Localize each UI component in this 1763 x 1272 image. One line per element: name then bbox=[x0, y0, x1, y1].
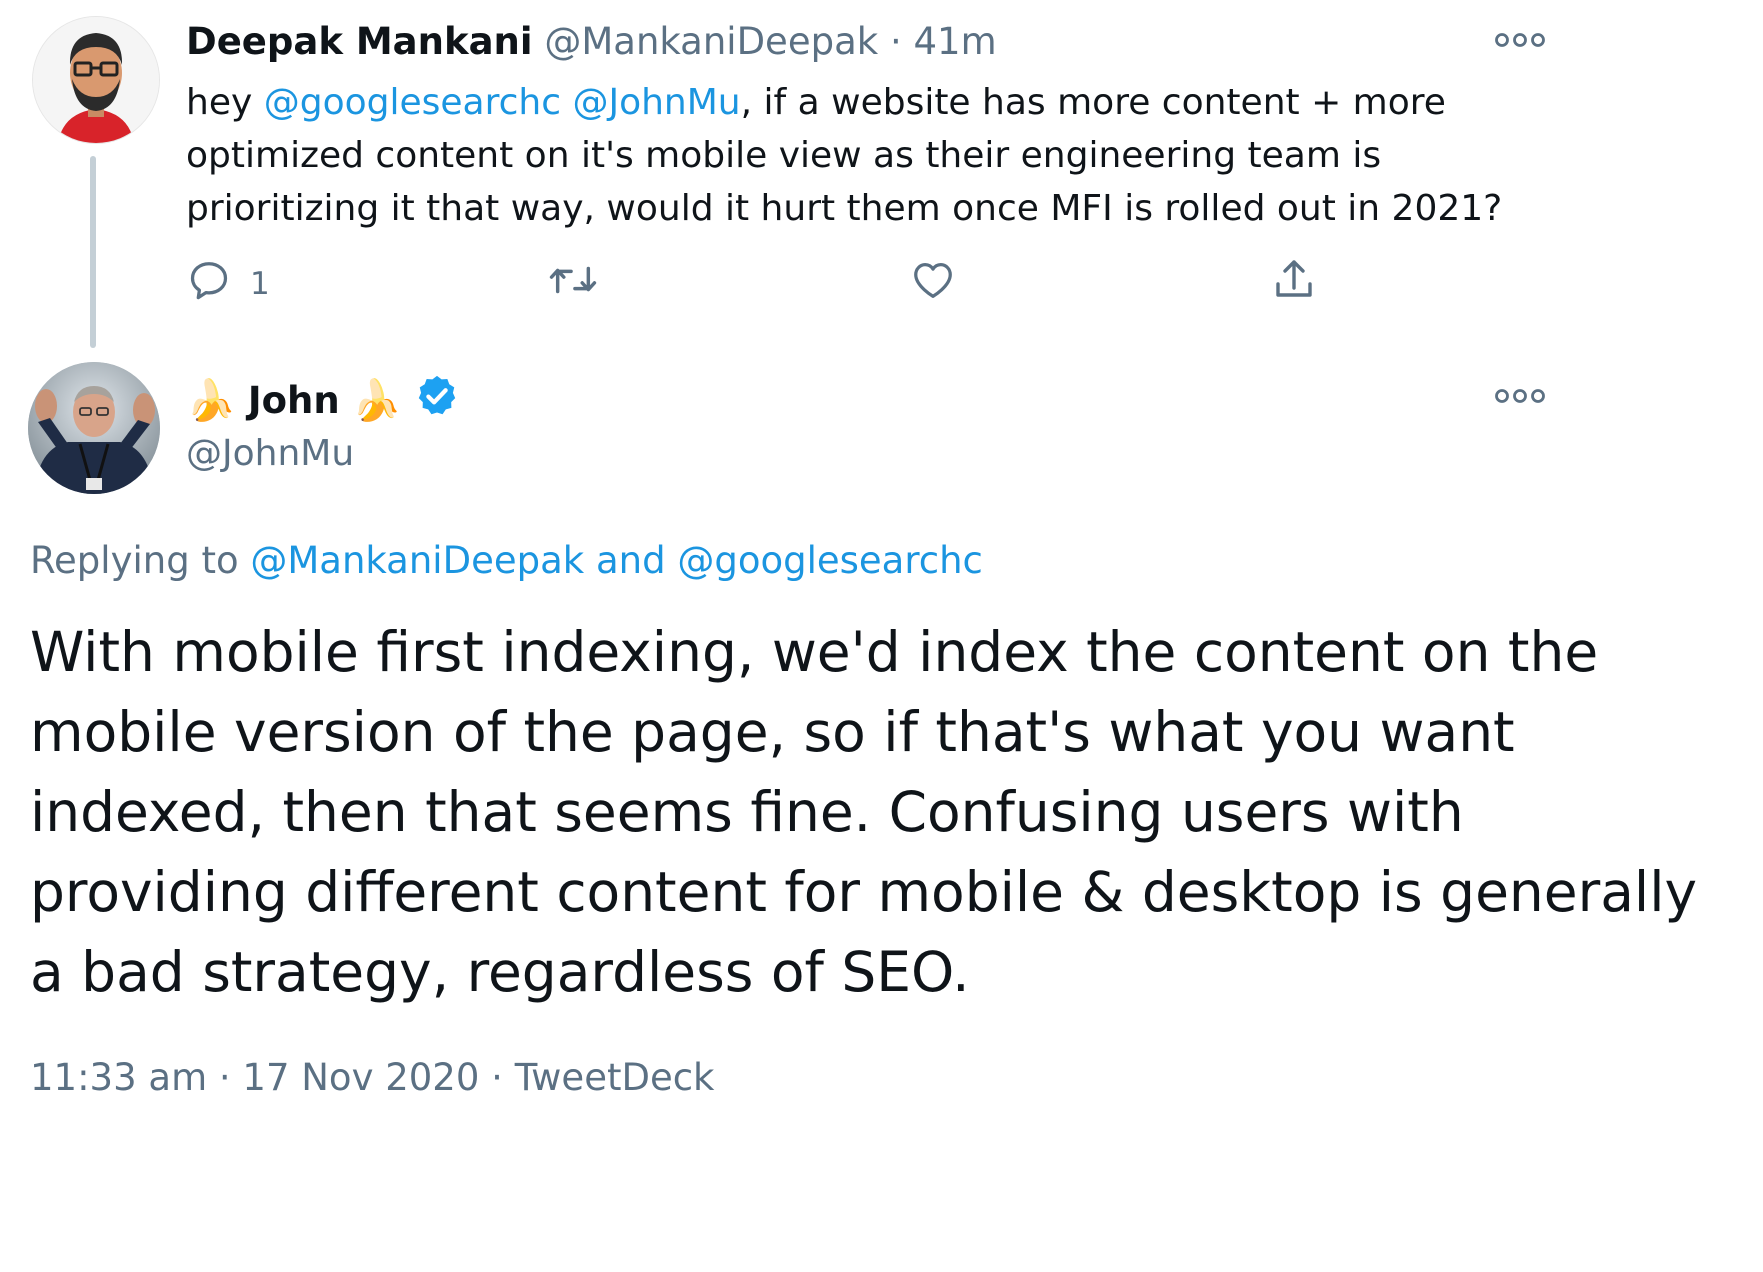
share-icon bbox=[1270, 256, 1318, 312]
retweet-action[interactable] bbox=[548, 256, 598, 312]
tweet-source[interactable]: TweetDeck bbox=[515, 1056, 715, 1099]
deepak-avatar[interactable] bbox=[32, 16, 160, 144]
thread-connector bbox=[90, 156, 96, 348]
replying-user-googlesearchc[interactable]: @googlesearchc bbox=[677, 539, 983, 582]
mention-sep bbox=[561, 82, 572, 123]
replying-and: and bbox=[584, 539, 678, 582]
like-action[interactable] bbox=[910, 256, 956, 312]
time-ago[interactable]: 41m bbox=[913, 20, 996, 63]
tweet-meta: 11:33 am · 17 Nov 2020 · TweetDeck bbox=[30, 1052, 714, 1104]
reply-name-row[interactable]: 🍌 John 🍌 bbox=[186, 370, 460, 430]
john-avatar[interactable] bbox=[28, 362, 160, 494]
like-icon bbox=[910, 257, 956, 311]
reply-count: 1 bbox=[250, 266, 270, 302]
banana-emoji-left: 🍌 bbox=[186, 377, 236, 424]
author-name[interactable]: Deepak Mankani bbox=[186, 20, 533, 63]
tweet-text-prefix: hey bbox=[186, 82, 264, 123]
tweet-date[interactable]: 17 Nov 2020 bbox=[242, 1056, 479, 1099]
more-icon[interactable] bbox=[1494, 386, 1546, 406]
reply-text: With mobile first indexing, we'd index t… bbox=[30, 620, 1698, 1004]
mention-googlesearchc[interactable]: @googlesearchc bbox=[264, 82, 561, 123]
tweet-header: Deepak Mankani @MankaniDeepak · 41m bbox=[186, 18, 997, 66]
tweet-time[interactable]: 11:33 am bbox=[30, 1056, 207, 1099]
author-handle[interactable]: @MankaniDeepak bbox=[544, 20, 878, 63]
reply-action[interactable]: 1 bbox=[186, 256, 270, 312]
share-action[interactable] bbox=[1270, 256, 1318, 312]
reply-author-name[interactable]: John bbox=[248, 379, 340, 422]
replying-user-mankanideepak[interactable]: @MankaniDeepak bbox=[250, 539, 584, 582]
verified-badge-icon bbox=[414, 373, 460, 428]
meta-separator: · bbox=[491, 1056, 503, 1099]
separator: · bbox=[889, 20, 902, 63]
mention-johnmu[interactable]: @JohnMu bbox=[572, 82, 740, 123]
meta-separator: · bbox=[218, 1056, 231, 1099]
replying-label: Replying to bbox=[30, 539, 251, 582]
reply-author-handle[interactable]: @JohnMu bbox=[186, 430, 354, 478]
banana-emoji-right: 🍌 bbox=[351, 377, 402, 424]
replying-to: Replying to @MankaniDeepak and @googlese… bbox=[30, 535, 983, 587]
reply-icon bbox=[186, 257, 232, 311]
retweet-icon bbox=[548, 257, 598, 311]
tweet-text: hey @googlesearchc @JohnMu, if a website… bbox=[186, 76, 1526, 235]
more-icon[interactable] bbox=[1494, 30, 1546, 50]
